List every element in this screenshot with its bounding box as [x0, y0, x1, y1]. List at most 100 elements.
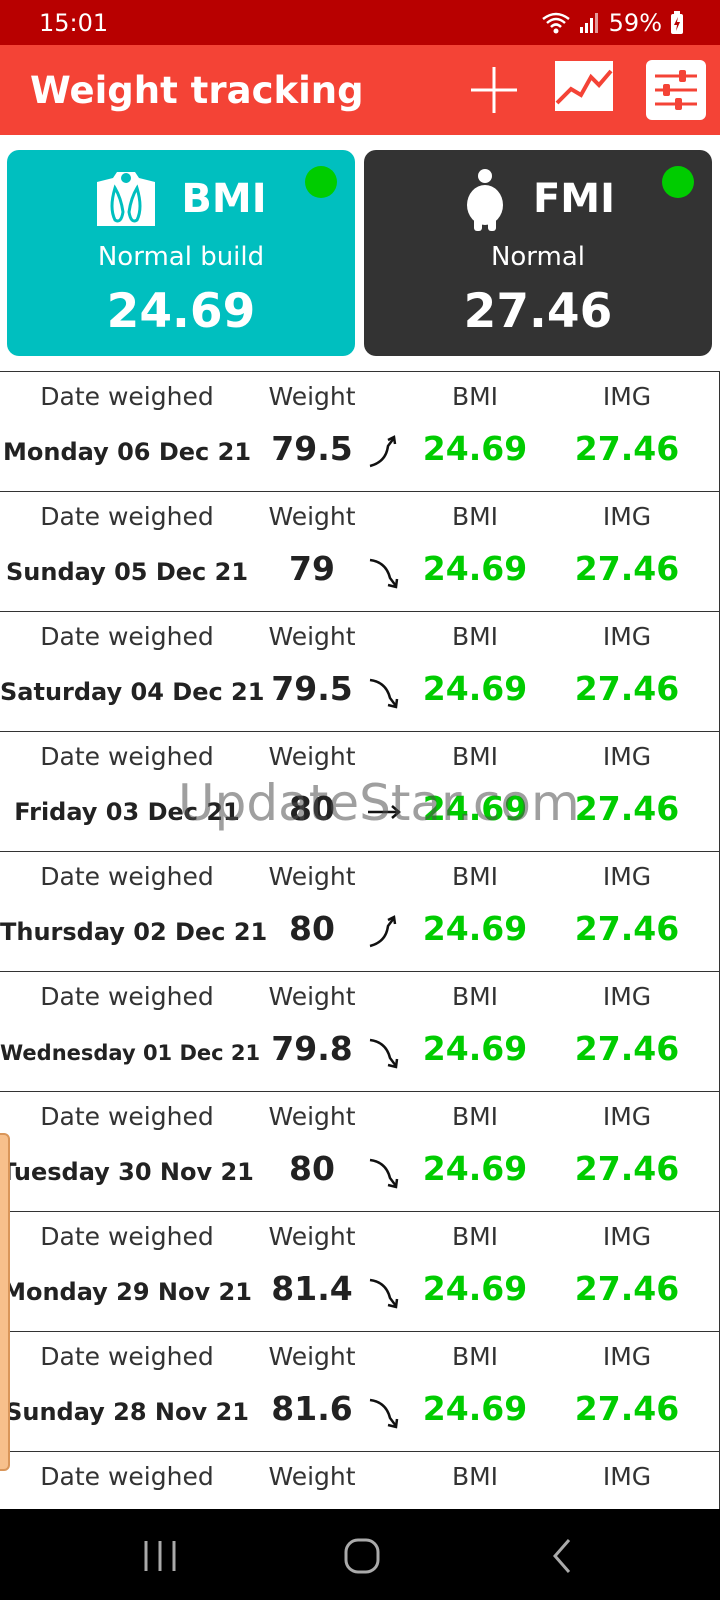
col-header-bmi: BMI	[451, 742, 499, 771]
weight-entry-row[interactable]: Date weighed Weight BMI IMG Wednesday 01 Dec…	[0, 972, 719, 1092]
add-button[interactable]	[463, 59, 525, 121]
col-header-date: Date weighed	[40, 1462, 214, 1491]
recents-icon	[144, 1541, 176, 1571]
col-header-img: IMG	[602, 382, 652, 411]
entry-date: Sunday 28 Nov 21	[5, 1398, 249, 1426]
entry-img: 27.46	[574, 1029, 680, 1068]
entry-bmi: 24.69	[422, 669, 528, 708]
col-header-img: IMG	[602, 982, 652, 1011]
entry-img: 27.46	[574, 1389, 680, 1428]
body-outline-icon	[97, 172, 156, 226]
col-header-bmi: BMI	[451, 622, 499, 651]
entry-bmi: 24.69	[422, 1269, 528, 1308]
col-header-bmi: BMI	[451, 1342, 499, 1371]
fmi-card-label: FMI	[532, 176, 615, 222]
wifi-icon	[541, 11, 571, 35]
col-header-img: IMG	[602, 1222, 652, 1251]
battery-percent: 59%	[608, 8, 662, 37]
col-header-date: Date weighed	[40, 1222, 214, 1251]
back-button[interactable]	[537, 1531, 587, 1581]
col-header-weight: Weight	[268, 502, 356, 531]
trend-flat-icon	[364, 792, 404, 832]
trend-up-icon	[364, 912, 404, 952]
entry-date: Saturday 04 Dec 21	[0, 678, 265, 706]
col-header-bmi: BMI	[451, 1102, 499, 1131]
trend-down-icon	[364, 672, 404, 712]
weight-entry-row[interactable]: Date weighed Weight BMI IMG Saturday 04 Dec …	[0, 612, 719, 732]
recents-button[interactable]	[135, 1531, 185, 1581]
home-button[interactable]	[337, 1531, 387, 1581]
settings-button[interactable]	[645, 59, 707, 121]
fmi-card[interactable]: FMI Normal 27.46	[364, 150, 712, 356]
col-header-weight: Weight	[268, 982, 356, 1011]
entry-bmi: 24.69	[422, 909, 528, 948]
weight-entry-row[interactable]: Date weighed Weight BMI IMG Friday 03 Dec 21…	[0, 732, 719, 852]
bmi-card-status: Normal build	[97, 242, 265, 272]
app-bar: Weight tracking	[0, 45, 720, 135]
col-header-date: Date weighed	[40, 1102, 214, 1131]
weight-entry-row[interactable]: Date weighed Weight BMI IMG Sunday 28 Nov 21…	[0, 1332, 719, 1452]
entry-img: 27.46	[574, 789, 680, 828]
weight-entry-row[interactable]: Date weighed Weight BMI IMG Sunday 05 Dec 21…	[0, 492, 719, 612]
entry-img: 27.46	[574, 1269, 680, 1308]
entry-weight: 81.6	[271, 1389, 353, 1428]
settings-sliders-icon	[646, 60, 706, 120]
col-header-bmi: BMI	[451, 862, 499, 891]
trend-down-icon	[364, 552, 404, 592]
col-header-bmi: BMI	[451, 982, 499, 1011]
status-icons: 59%	[541, 9, 684, 37]
col-header-bmi: BMI	[451, 382, 499, 411]
col-header-bmi: BMI	[451, 502, 499, 531]
system-nav-bar	[0, 1509, 720, 1600]
col-header-weight: Weight	[268, 742, 356, 771]
col-header-date: Date weighed	[40, 382, 214, 411]
trend-down-icon	[364, 1392, 404, 1432]
entry-weight: 81.4	[271, 1269, 353, 1308]
trend-down-icon	[364, 1032, 404, 1072]
entry-bmi: 24.69	[422, 549, 528, 588]
entry-bmi: 24.69	[422, 1029, 528, 1068]
entry-date: Monday 29 Nov 21	[2, 1278, 252, 1306]
weight-entry-row[interactable]: Date weighed Weight BMI IMG	[0, 1452, 719, 1509]
fmi-status-indicator	[662, 166, 694, 198]
col-header-weight: Weight	[268, 622, 356, 651]
col-header-weight: Weight	[268, 382, 356, 411]
trend-down-icon	[364, 1152, 404, 1192]
home-icon	[344, 1538, 380, 1574]
col-header-weight: Weight	[268, 862, 356, 891]
col-header-img: IMG	[602, 742, 652, 771]
fmi-card-status: Normal	[490, 242, 586, 272]
entry-date: Monday 06 Dec 21	[2, 438, 252, 466]
entry-date: Tuesday 30 Nov 21	[0, 1158, 254, 1186]
fmi-card-value: 27.46	[463, 284, 613, 339]
chart-button[interactable]	[553, 59, 615, 121]
entry-img: 27.46	[574, 429, 680, 468]
col-header-weight: Weight	[268, 1102, 356, 1131]
weight-entry-row[interactable]: Date weighed Weight BMI IMG Tuesday 30 Nov 2…	[0, 1092, 719, 1212]
entry-bmi: 24.69	[422, 789, 528, 828]
entry-date: Friday 03 Dec 21	[14, 798, 240, 826]
weight-entries-list[interactable]: Date weighed Weight BMI IMG Monday 06 Dec 21…	[0, 371, 720, 1509]
back-icon	[553, 1539, 571, 1573]
col-header-img: IMG	[602, 1342, 652, 1371]
entry-img: 27.46	[574, 1149, 680, 1188]
col-header-img: IMG	[602, 1102, 652, 1131]
entry-date: Sunday 05 Dec 21	[5, 558, 249, 586]
fmi-card-header: FMI	[364, 166, 712, 232]
trend-up-icon	[364, 432, 404, 472]
chart-icon	[555, 61, 613, 111]
col-header-weight: Weight	[268, 1462, 356, 1491]
entry-weight: 79	[289, 549, 335, 588]
entry-date: Wednesday 01 Dec 21	[0, 1041, 261, 1065]
bmi-card[interactable]: BMI Normal build 24.69	[7, 150, 355, 356]
weight-entry-row[interactable]: Date weighed Weight BMI IMG Monday 06 Dec 21…	[0, 372, 719, 492]
add-icon	[471, 67, 517, 113]
col-header-date: Date weighed	[40, 982, 214, 1011]
side-drawer-handle[interactable]	[0, 1133, 10, 1471]
weight-entry-row[interactable]: Date weighed Weight BMI IMG Thursday 02 Dec …	[0, 852, 719, 972]
col-header-img: IMG	[602, 502, 652, 531]
col-header-date: Date weighed	[40, 502, 214, 531]
entry-weight: 79.8	[271, 1029, 353, 1068]
weight-entry-row[interactable]: Date weighed Weight BMI IMG Monday 29 Nov 21…	[0, 1212, 719, 1332]
bmi-status-indicator	[305, 166, 337, 198]
